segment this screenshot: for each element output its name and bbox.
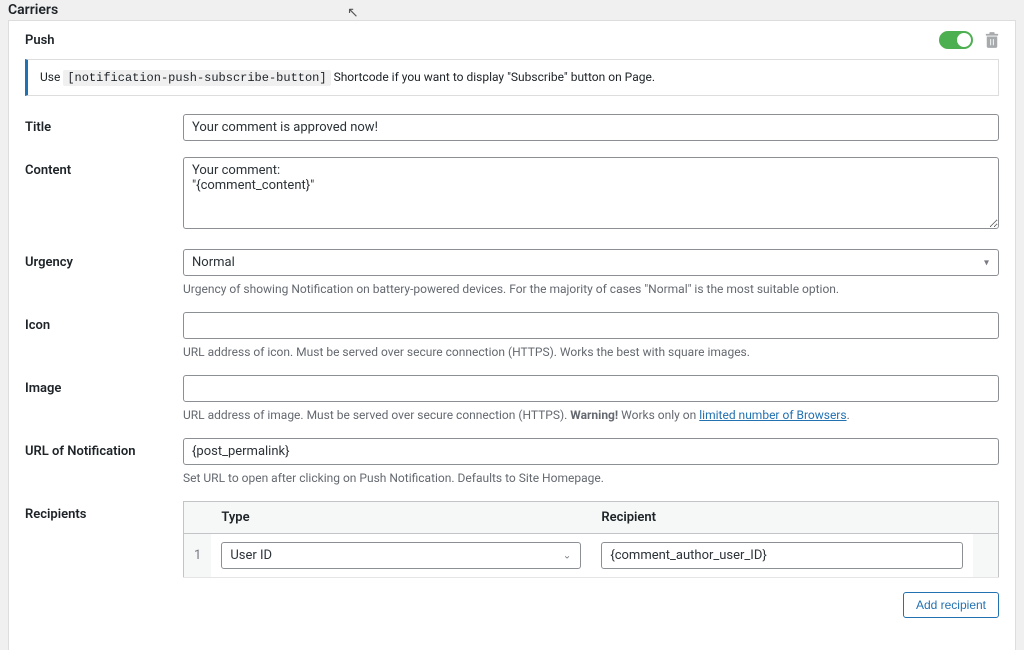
row-index: 1	[184, 534, 212, 578]
url-help: Set URL to open after clicking on Push N…	[183, 471, 999, 485]
title-input[interactable]	[183, 114, 999, 141]
shortcode-info-box: Use [notification-push-subscribe-button]…	[25, 59, 999, 96]
header-action	[973, 502, 999, 534]
info-prefix: Use	[40, 70, 60, 84]
row-action	[973, 534, 999, 578]
info-suffix: Shortcode if you want to display "Subscr…	[334, 70, 655, 84]
urgency-select[interactable]: Normal	[183, 249, 999, 276]
carrier-card: Push Use [notification-push-subscribe-bu…	[8, 20, 1016, 650]
carrier-name: Push	[25, 33, 55, 48]
add-recipient-button[interactable]: Add recipient	[903, 592, 999, 618]
url-input[interactable]	[183, 438, 999, 465]
header-idx	[184, 502, 212, 534]
page-title: Carriers	[0, 0, 1024, 20]
shortcode-code: [notification-push-subscribe-button]	[63, 70, 330, 86]
icon-input[interactable]	[183, 312, 999, 339]
urgency-help: Urgency of showing Notification on batte…	[183, 282, 999, 296]
browsers-link[interactable]: limited number of Browsers	[699, 408, 846, 422]
recipient-type-select[interactable]: User ID	[221, 542, 581, 569]
title-label: Title	[25, 114, 183, 135]
recipient-value-input[interactable]	[601, 542, 962, 569]
table-row: 1 User ID ⌄	[184, 534, 999, 578]
recipients-table: Type Recipient 1 User ID ⌄	[183, 501, 999, 578]
image-input[interactable]	[183, 375, 999, 402]
header-actions	[939, 31, 999, 49]
icon-label: Icon	[25, 312, 183, 333]
header-type: Type	[211, 502, 591, 534]
icon-help: URL address of icon. Must be served over…	[183, 345, 999, 359]
recipients-label: Recipients	[25, 501, 183, 522]
url-label: URL of Notification	[25, 438, 183, 459]
header-recipient: Recipient	[591, 502, 972, 534]
content-textarea[interactable]	[183, 157, 999, 229]
image-label: Image	[25, 375, 183, 396]
trash-icon[interactable]	[985, 32, 999, 48]
card-header: Push	[25, 31, 999, 49]
urgency-label: Urgency	[25, 249, 183, 270]
content-label: Content	[25, 157, 183, 178]
enable-toggle[interactable]	[939, 31, 973, 49]
image-help: URL address of image. Must be served ove…	[183, 408, 999, 422]
